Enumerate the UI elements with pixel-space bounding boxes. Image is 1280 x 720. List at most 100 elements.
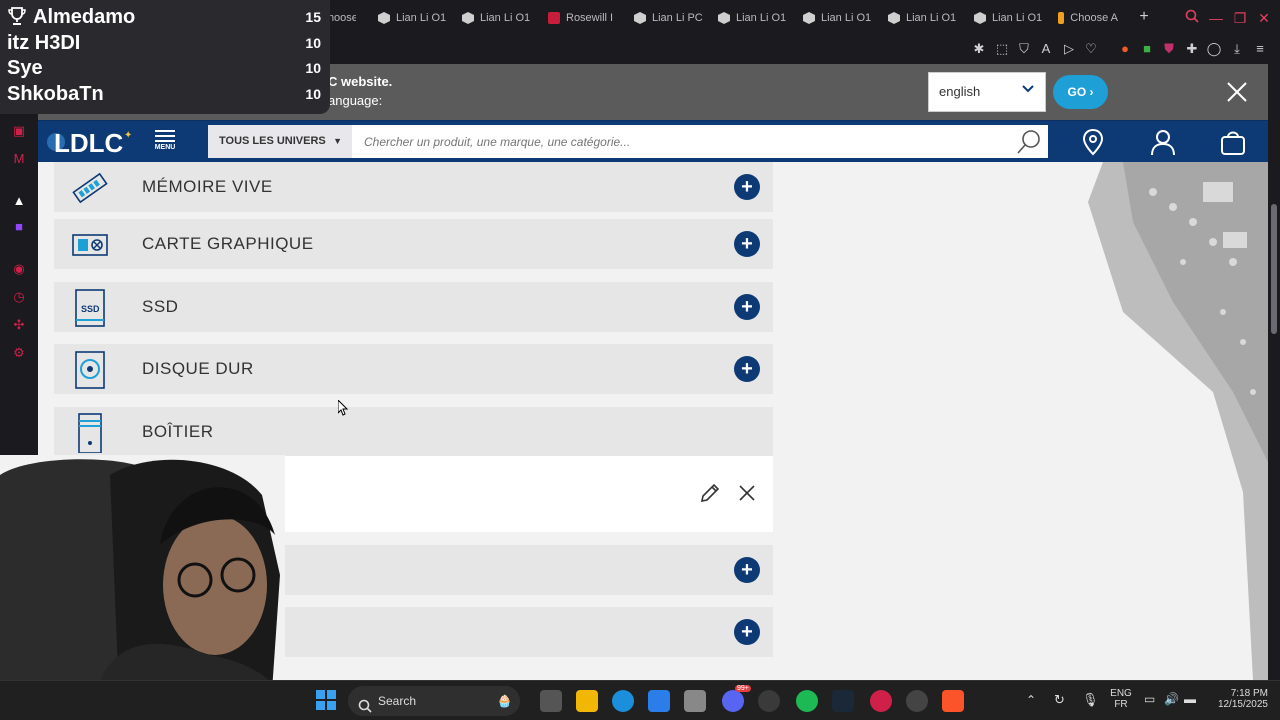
discord-icon[interactable]: 99+: [722, 685, 751, 712]
clock-time: 7:18 PM: [1230, 688, 1268, 699]
univers-dropdown[interactable]: TOUS LES UNIVERS ▼: [208, 125, 352, 158]
browser-tab[interactable]: Lian Li O1: [378, 8, 448, 28]
remove-icon[interactable]: [738, 484, 756, 502]
network-icon[interactable]: ▭: [1144, 692, 1155, 706]
univers-label: TOUS LES UNIVERS: [219, 135, 326, 147]
extension-icon[interactable]: ●: [1116, 40, 1134, 58]
category-row[interactable]: DISQUE DUR +: [54, 344, 773, 394]
chevron-down-icon: ▼: [333, 136, 342, 146]
store-icon[interactable]: [648, 690, 670, 712]
category-row[interactable]: BOÎTIER: [54, 407, 773, 457]
steam-icon[interactable]: [832, 690, 854, 712]
scrollbar-thumb[interactable]: [1271, 204, 1277, 334]
twitch-icon[interactable]: ■: [10, 218, 28, 236]
leaderboard-name: Sye: [7, 57, 43, 79]
search-icon[interactable]: [1014, 127, 1044, 157]
browser-tab[interactable]: Lian Li O1: [718, 8, 788, 28]
category-row[interactable]: SSD SSD +: [54, 282, 773, 332]
opera-gx-icon[interactable]: [870, 690, 892, 712]
player-icon[interactable]: ◉: [10, 260, 28, 278]
add-component-button[interactable]: +: [734, 557, 760, 583]
input-language-code: ENG: [1110, 688, 1132, 699]
taskbar-search[interactable]: Search 🧁: [348, 686, 520, 716]
minimize-button[interactable]: —: [1206, 8, 1226, 28]
settings-icon[interactable]: ⚙: [10, 344, 28, 362]
edge-icon[interactable]: [612, 690, 634, 712]
search-tabs-icon[interactable]: [1182, 8, 1202, 28]
media-player-icon[interactable]: [906, 690, 928, 712]
input-language[interactable]: ENG FR: [1108, 688, 1134, 710]
puzzle-icon[interactable]: ✚: [1183, 40, 1201, 58]
close-window-button[interactable]: ✕: [1254, 8, 1274, 28]
menu-icon[interactable]: ≡: [1251, 40, 1269, 58]
clock-date: 12/15/2025: [1217, 699, 1268, 710]
category-name: CARTE GRAPHIQUE: [142, 234, 314, 253]
leaderboard-row: Almedamo 15: [7, 6, 325, 30]
new-tab-button[interactable]: +: [1136, 9, 1152, 26]
spotify-icon[interactable]: [796, 690, 818, 712]
add-component-button[interactable]: +: [734, 174, 760, 200]
tray-chevron-icon[interactable]: ⌃: [1026, 693, 1036, 707]
leaderboard-score: 10: [305, 60, 321, 76]
app-icon[interactable]: [684, 690, 706, 712]
download-icon[interactable]: ⤓: [1228, 40, 1246, 58]
maximize-button[interactable]: ❐: [1230, 8, 1250, 28]
brave-icon[interactable]: [942, 690, 964, 712]
search-input[interactable]: [352, 125, 1048, 158]
browser-tab[interactable]: Lian Li O1: [803, 8, 873, 28]
snapshot-icon[interactable]: ⬚: [993, 40, 1011, 58]
cart-icon[interactable]: [1218, 127, 1248, 157]
ldlc-logo[interactable]: LDLC ✦: [44, 124, 150, 160]
page-scrollbar[interactable]: [1268, 64, 1280, 680]
translate-icon[interactable]: A: [1037, 40, 1055, 58]
sync-icon[interactable]: ↻: [1054, 692, 1065, 708]
browser-tab[interactable]: Lian Li O1: [974, 8, 1044, 28]
add-component-button[interactable]: +: [734, 231, 760, 257]
ublock-icon[interactable]: ⛊: [1160, 40, 1178, 58]
history-icon[interactable]: ◷: [10, 288, 28, 306]
volume-icon[interactable]: 🔊: [1164, 692, 1179, 706]
mail-icon[interactable]: M: [10, 150, 28, 168]
category-row[interactable]: CARTE GRAPHIQUE +: [54, 219, 773, 269]
task-view-icon[interactable]: [540, 690, 562, 712]
shield-icon[interactable]: ⛉: [1015, 40, 1033, 58]
tab-label: Lian Li O1: [906, 12, 957, 24]
add-component-button[interactable]: +: [734, 619, 760, 645]
account-icon[interactable]: [1148, 127, 1178, 157]
close-icon[interactable]: [1223, 78, 1251, 106]
play-icon[interactable]: ▷: [1060, 40, 1078, 58]
add-component-button[interactable]: +: [734, 294, 760, 320]
leaderboard-score: 10: [305, 34, 321, 51]
leaderboard-row: Sye 10: [7, 57, 325, 81]
browser-tab[interactable]: Lian Li O1: [888, 8, 958, 28]
leaderboard-name: ShkobaTn: [7, 82, 104, 105]
app-icon[interactable]: [758, 690, 780, 712]
svg-text:SSD: SSD: [81, 304, 100, 314]
browser-tab[interactable]: Lian Li PC: [634, 8, 704, 28]
extension-icon[interactable]: ■: [1138, 40, 1156, 58]
menu-button[interactable]: MENU: [150, 127, 180, 157]
file-explorer-icon[interactable]: [576, 690, 598, 712]
extensions-icon[interactable]: ✣: [10, 316, 28, 334]
add-component-button[interactable]: +: [734, 356, 760, 382]
language-select[interactable]: english: [928, 72, 1046, 112]
browser-tab[interactable]: Lian Li O1: [462, 8, 532, 28]
microphone-icon[interactable]: 🎙: [1082, 692, 1099, 708]
browser-tab[interactable]: Rosewill I: [548, 8, 618, 28]
messenger-icon[interactable]: ▣: [10, 122, 28, 140]
aria-icon[interactable]: ▲: [10, 192, 28, 210]
location-pin-icon[interactable]: [1078, 127, 1108, 157]
trophy-icon: [7, 6, 27, 26]
browser-tab[interactable]: Choose A: [1058, 8, 1118, 28]
svg-text:LDLC: LDLC: [54, 128, 124, 158]
leaderboard-row: ShkobaTn 10: [7, 83, 325, 107]
go-button[interactable]: GO ›: [1053, 75, 1108, 109]
category-row[interactable]: MÉMOIRE VIVE +: [54, 162, 773, 212]
profile-icon[interactable]: ◯: [1205, 40, 1223, 58]
windows-start-icon[interactable]: [316, 690, 336, 710]
clock[interactable]: 7:18 PM 12/15/2025: [1208, 688, 1268, 710]
pin-icon[interactable]: ✱: [970, 40, 988, 58]
heart-icon[interactable]: ♡: [1082, 40, 1100, 58]
edit-icon[interactable]: [699, 482, 721, 504]
battery-icon[interactable]: ▬: [1184, 692, 1196, 706]
